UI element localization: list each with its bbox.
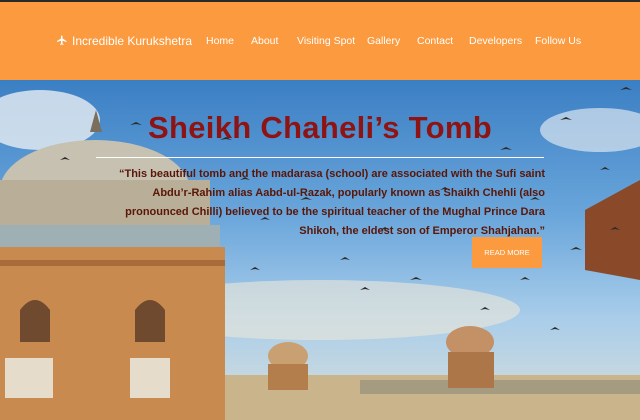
- nav-about[interactable]: About: [251, 35, 278, 47]
- brand-name: Incredible Kurukshetra: [72, 34, 193, 48]
- airplane-icon: [57, 35, 67, 45]
- title-divider: [96, 157, 544, 158]
- hero-banner: Sheikh Chaheli’s Tomb “This beautiful to…: [0, 80, 640, 420]
- nav-visiting-spot[interactable]: Visiting Spot: [297, 35, 355, 47]
- nav-follow-us[interactable]: Follow Us: [535, 35, 581, 47]
- read-more-button[interactable]: READ MORE: [472, 237, 542, 268]
- brand-logo[interactable]: Incredible Kurukshetra: [56, 34, 192, 48]
- page-title: Sheikh Chaheli’s Tomb: [148, 110, 492, 145]
- nav-developers[interactable]: Developers: [469, 35, 522, 47]
- top-navbar: Incredible Kurukshetra Home About Visiti…: [0, 0, 640, 80]
- nav-gallery[interactable]: Gallery: [367, 35, 400, 47]
- hero-description: “This beautiful tomb and the madarasa (s…: [118, 168, 545, 237]
- nav-home[interactable]: Home: [206, 35, 234, 47]
- nav-contact[interactable]: Contact: [417, 35, 453, 47]
